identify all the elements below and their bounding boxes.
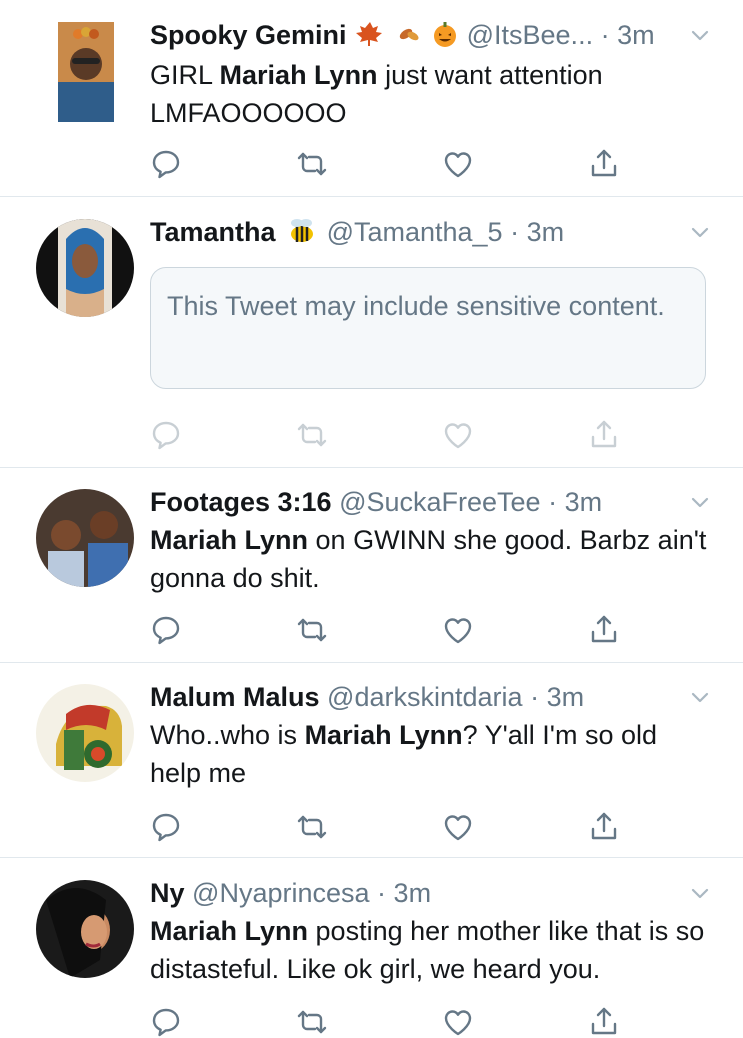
timestamp[interactable]: 3m [394, 878, 432, 908]
separator: · [530, 682, 540, 712]
sensitive-content-notice[interactable]: This Tweet may include sensitive content… [150, 267, 706, 389]
share-icon[interactable] [588, 1006, 620, 1038]
separator: · [510, 217, 520, 247]
tweet-header: Footages 3:16 @SuckaFreeTee · 3m [150, 485, 703, 519]
timestamp[interactable]: 3m [527, 217, 565, 247]
like-icon[interactable] [442, 148, 474, 180]
separator: · [548, 487, 558, 517]
avatar[interactable] [36, 880, 134, 978]
avatar[interactable] [36, 684, 134, 782]
jack-o-lantern-icon [431, 20, 459, 56]
tweet-header: Ny @Nyaprincesa · 3m [150, 876, 703, 910]
reply-icon[interactable] [150, 614, 182, 646]
tweet-header: Malum Malus @darkskintdaria · 3m [150, 680, 703, 714]
tweet[interactable]: Spooky Gemini @ItsBee... · 3m GIRL Maria… [0, 0, 743, 197]
tweet-actions [150, 419, 630, 451]
tweet-text: Mariah Lynn posting her mother like that… [150, 916, 705, 984]
like-icon[interactable] [442, 811, 474, 843]
share-icon[interactable] [588, 148, 620, 180]
user-handle[interactable]: @Tamantha_5 [327, 217, 503, 247]
tweet[interactable]: Footages 3:16 @SuckaFreeTee · 3m Mariah … [0, 468, 743, 663]
retweet-icon[interactable] [296, 419, 328, 451]
display-name[interactable]: Footages 3:16 [150, 487, 332, 517]
chevron-down-icon[interactable] [691, 497, 709, 509]
fallen-leaf-icon [394, 20, 422, 56]
retweet-icon[interactable] [296, 614, 328, 646]
display-name[interactable]: Malum Malus [150, 682, 320, 712]
tweet[interactable]: Tamantha @Tamantha_5 · 3m This Tweet may… [0, 197, 743, 468]
tweet-actions [150, 1006, 630, 1038]
tweet-actions [150, 811, 630, 843]
user-handle[interactable]: @ItsBee... [467, 20, 593, 50]
separator: · [600, 20, 610, 50]
reply-icon[interactable] [150, 419, 182, 451]
tweet-header: Tamantha @Tamantha_5 · 3m [150, 215, 703, 253]
reply-icon[interactable] [150, 148, 182, 180]
avatar[interactable] [58, 22, 114, 122]
display-name[interactable]: Ny [150, 878, 185, 908]
bee-icon [285, 217, 319, 253]
share-icon[interactable] [588, 811, 620, 843]
tweet-text: Mariah Lynn on GWINN she good. Barbz ain… [150, 525, 707, 593]
display-name[interactable]: Tamantha [150, 217, 276, 247]
user-handle[interactable]: @darkskintdaria [327, 682, 523, 712]
like-icon[interactable] [442, 419, 474, 451]
chevron-down-icon[interactable] [691, 888, 709, 900]
chevron-down-icon[interactable] [691, 692, 709, 704]
like-icon[interactable] [442, 1006, 474, 1038]
share-icon[interactable] [588, 419, 620, 451]
reply-icon[interactable] [150, 811, 182, 843]
retweet-icon[interactable] [296, 148, 328, 180]
chevron-down-icon[interactable] [691, 30, 709, 42]
tweet-header: Spooky Gemini @ItsBee... · 3m [150, 18, 703, 56]
tweet[interactable]: Malum Malus @darkskintdaria · 3m Who..wh… [0, 663, 743, 858]
timestamp[interactable]: 3m [617, 20, 655, 50]
retweet-icon[interactable] [296, 811, 328, 843]
retweet-icon[interactable] [296, 1006, 328, 1038]
avatar[interactable] [36, 219, 134, 317]
like-icon[interactable] [442, 614, 474, 646]
maple-leaf-icon [356, 20, 384, 56]
display-name[interactable]: Spooky Gemini [150, 20, 347, 50]
separator: · [377, 878, 387, 908]
tweet-text: Who..who is Mariah Lynn? Y'all I'm so ol… [150, 720, 657, 788]
user-handle[interactable]: @Nyaprincesa [192, 878, 369, 908]
tweet[interactable]: Ny @Nyaprincesa · 3m Mariah Lynn posting… [0, 858, 743, 1024]
timestamp[interactable]: 3m [565, 487, 603, 517]
user-handle[interactable]: @SuckaFreeTee [339, 487, 541, 517]
avatar[interactable] [36, 489, 134, 587]
tweet-actions [150, 614, 630, 646]
tweet-text: GIRL Mariah Lynn just want attention LMF… [150, 60, 603, 128]
reply-icon[interactable] [150, 1006, 182, 1038]
tweet-actions [150, 148, 630, 180]
timestamp[interactable]: 3m [547, 682, 585, 712]
share-icon[interactable] [588, 614, 620, 646]
chevron-down-icon[interactable] [691, 227, 709, 239]
